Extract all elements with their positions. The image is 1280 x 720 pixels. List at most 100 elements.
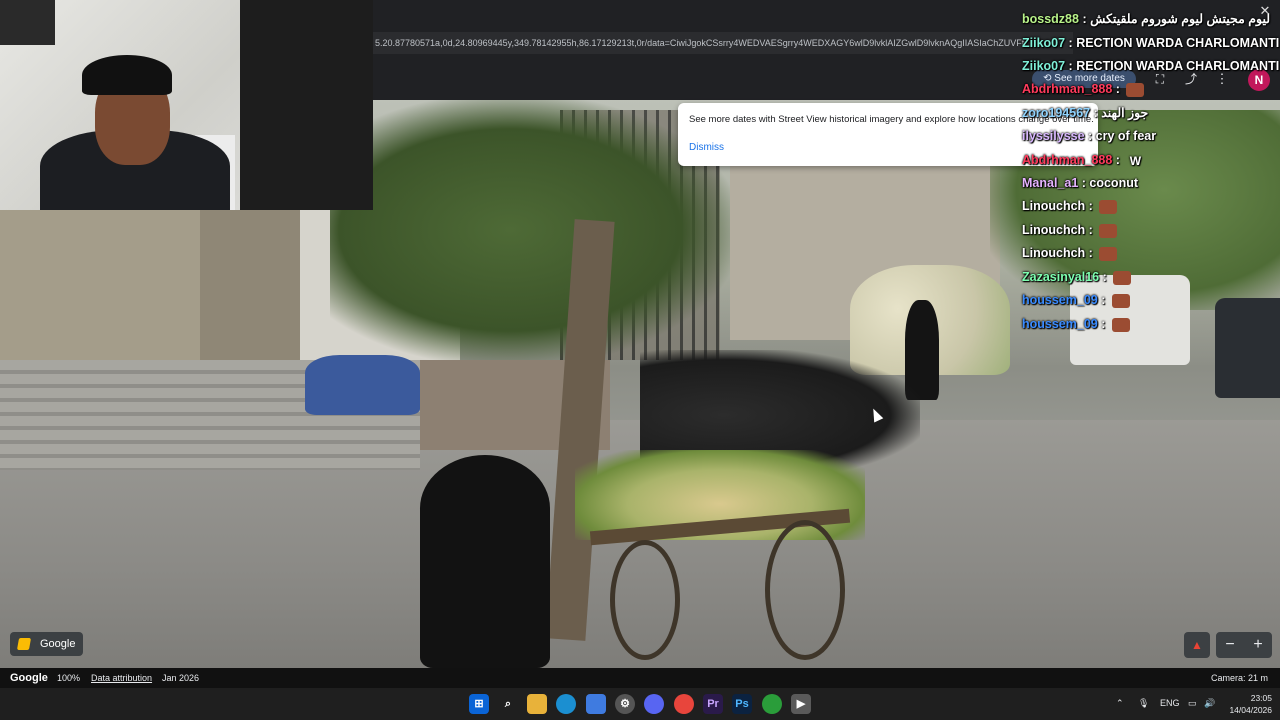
- google-chip-label: Google: [40, 638, 76, 650]
- capture-date: Jan 2026: [162, 673, 200, 683]
- chat-username[interactable]: Linouchch: [1022, 246, 1085, 260]
- photoshop-icon[interactable]: Ps: [732, 694, 752, 714]
- chat-separator: :: [1112, 82, 1124, 96]
- emote-icon: [1111, 293, 1130, 308]
- clock[interactable]: 23:05 14/04/2026: [1212, 688, 1272, 720]
- chat-username[interactable]: Linouchch: [1022, 199, 1085, 213]
- store-icon[interactable]: [586, 694, 606, 714]
- google-logo: Google: [10, 672, 48, 684]
- emote-icon: [1113, 270, 1132, 285]
- edge-icon[interactable]: [556, 694, 576, 714]
- chat-message: Linouchch :: [1022, 198, 1118, 214]
- chat-message: Manal_a1 : coconut: [1022, 175, 1138, 191]
- google-maps-chip[interactable]: Google: [10, 632, 83, 656]
- emote-icon: [1099, 223, 1118, 238]
- emote-icon: [1099, 199, 1118, 214]
- chat-message: Abdrhman_888 :: [1022, 81, 1145, 97]
- microphone-icon[interactable]: 🎙: [1138, 698, 1149, 709]
- emote-icon: [1099, 246, 1118, 261]
- chat-text: RECTION WARDA CHARLOMANTI: [1076, 36, 1280, 50]
- chat-separator: :: [1099, 270, 1111, 284]
- chat-text: coconut: [1089, 176, 1138, 190]
- taskbar: ⊞ ⌕ ⚙ Pr Ps ▶ ⌃ 🎙 ENG ▭ 🔊 23:05 14/04/20…: [0, 688, 1280, 720]
- chat-message: Linouchch :: [1022, 222, 1118, 238]
- chat-separator: :: [1090, 106, 1102, 120]
- chat-username[interactable]: Linouchch: [1022, 223, 1085, 237]
- chat-separator: :: [1084, 129, 1096, 143]
- chat-separator: :: [1097, 317, 1109, 331]
- zoom-controls: − +: [1216, 632, 1272, 658]
- file-explorer-icon[interactable]: [527, 694, 547, 714]
- chat-message: ilyssilysse : cry of fear: [1022, 128, 1156, 144]
- chat-username[interactable]: Manal_a1: [1022, 176, 1078, 190]
- chat-separator: :: [1065, 36, 1077, 50]
- chat-text: ليوم مجيتش ليوم شوروم ملقيتكش: [1090, 12, 1271, 26]
- network-icon[interactable]: ▭: [1188, 698, 1197, 709]
- chat-separator: :: [1097, 293, 1109, 307]
- compass-icon[interactable]: ▲: [1184, 632, 1210, 658]
- media-player-icon[interactable]: ▶: [791, 694, 811, 714]
- chat-message: Ziiko07 : RECTION WARDA CHARLOMANTI: [1022, 35, 1279, 51]
- webcam-overlay: [0, 0, 373, 210]
- url-bar[interactable]: 5.20.87780571a,0d,24.80969445y,349.78142…: [373, 32, 1073, 54]
- chat-separator: :: [1065, 59, 1077, 73]
- camera-distance: Camera: 21 m: [1210, 673, 1268, 683]
- chat-username[interactable]: ilyssilysse: [1022, 129, 1085, 143]
- emote-w-icon: W: [1129, 153, 1142, 168]
- chat-message: houssem_09 :: [1022, 292, 1130, 308]
- chat-separator: :: [1085, 199, 1097, 213]
- blue-bags: [305, 355, 420, 415]
- chat-username[interactable]: Zazasinyal16: [1022, 270, 1099, 284]
- building-left-door: [200, 210, 300, 360]
- chat-username[interactable]: houssem_09: [1022, 293, 1098, 307]
- pedestrian-foreground: [420, 455, 550, 668]
- tray-chevron-icon[interactable]: ⌃: [1116, 698, 1124, 709]
- chat-separator: :: [1078, 12, 1091, 26]
- maps-icon: [16, 638, 32, 650]
- discord-icon[interactable]: [644, 694, 664, 714]
- chat-username[interactable]: Abdrhman_888: [1022, 153, 1112, 167]
- zoom-out-button[interactable]: −: [1216, 632, 1244, 658]
- zoom-in-button[interactable]: +: [1244, 632, 1272, 658]
- chat-message: Linouchch :: [1022, 245, 1118, 261]
- chat-overlay: bossdz88 : ليوم مجيتش ليوم شوروم ملقيتكش…: [1022, 8, 1279, 348]
- chat-message: bossdz88 : ليوم مجيتش ليوم شوروم ملقيتكش: [1022, 11, 1270, 27]
- windows-start-icon[interactable]: ⊞: [469, 694, 489, 714]
- language-indicator[interactable]: ENG: [1160, 698, 1180, 708]
- clock-time: 23:05: [1250, 693, 1272, 703]
- chat-message: Abdrhman_888 : W: [1022, 152, 1144, 168]
- chat-message: zoro194567 : جوز الهند: [1022, 105, 1148, 121]
- app-green-icon[interactable]: [762, 694, 782, 714]
- emote-icon: [1126, 82, 1145, 97]
- premiere-icon[interactable]: Pr: [703, 694, 723, 714]
- cart-wheel: [610, 540, 680, 660]
- info-bar: Google 100% Data attribution Jan 2026 Ca…: [0, 668, 1280, 688]
- chat-text: cry of fear: [1095, 129, 1157, 143]
- chat-username[interactable]: Ziiko07: [1022, 36, 1065, 50]
- chat-username[interactable]: bossdz88: [1022, 12, 1079, 26]
- chat-message: houssem_09 :: [1022, 316, 1130, 332]
- chat-username[interactable]: zoro194567: [1022, 106, 1090, 120]
- chat-username[interactable]: houssem_09: [1022, 317, 1098, 331]
- chat-username[interactable]: Ziiko07: [1022, 59, 1065, 73]
- chat-separator: :: [1085, 223, 1097, 237]
- tree-canopy: [330, 100, 730, 360]
- chat-message: Ziiko07 : RECTION WARDA CHARLOMANTI: [1022, 58, 1279, 74]
- chat-separator: :: [1085, 246, 1097, 260]
- data-attribution-link[interactable]: Data attribution: [91, 668, 152, 688]
- streamer-cap: [82, 55, 172, 95]
- search-icon[interactable]: ⌕: [498, 694, 518, 714]
- dark-wall: [240, 0, 373, 210]
- chat-text: RECTION WARDA CHARLOMANTI: [1076, 59, 1280, 73]
- chat-username[interactable]: Abdrhman_888: [1022, 82, 1112, 96]
- dismiss-button[interactable]: Dismiss: [689, 142, 724, 153]
- chrome-icon[interactable]: [674, 694, 694, 714]
- settings-icon[interactable]: ⚙: [615, 694, 635, 714]
- emote-icon: [1111, 317, 1130, 332]
- chat-separator: :: [1078, 176, 1090, 190]
- clock-date: 14/04/2026: [1229, 705, 1272, 715]
- chat-text: جوز الهند: [1101, 106, 1149, 120]
- cart-wheel: [765, 520, 845, 660]
- chat-message: Zazasinyal16 :: [1022, 269, 1132, 285]
- zoom-level: 100%: [57, 673, 81, 683]
